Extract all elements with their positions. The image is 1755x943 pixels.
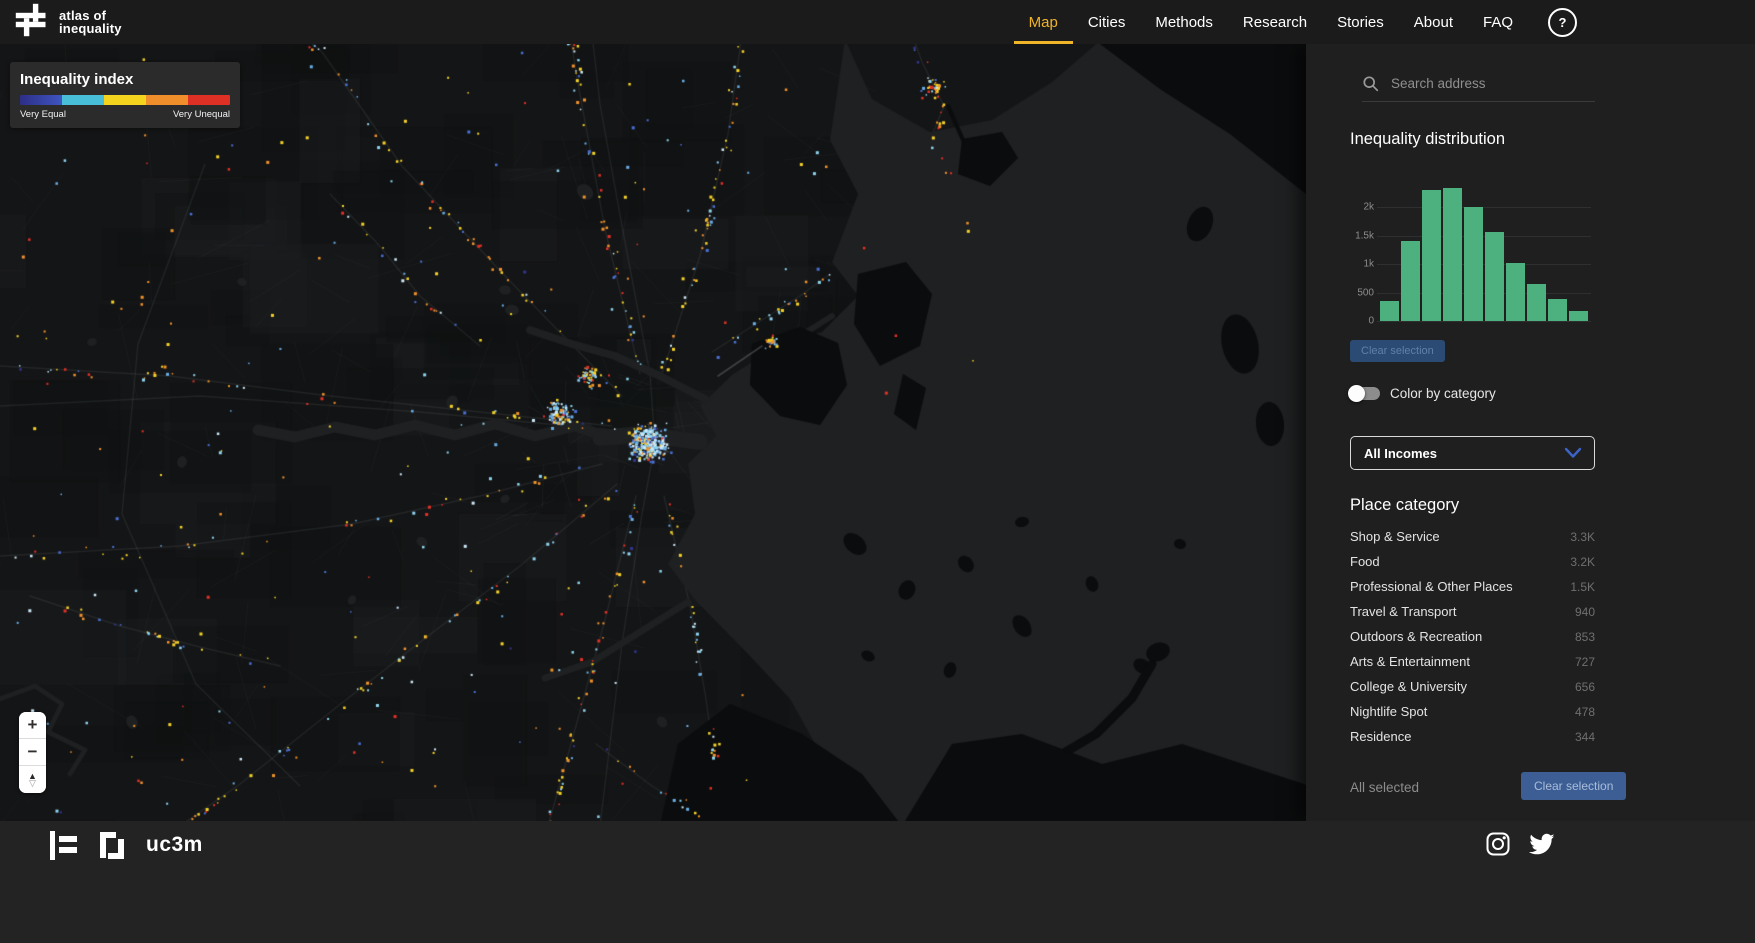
histogram-bar-1[interactable] (1401, 241, 1420, 321)
histogram-tick-label: 2k (1350, 202, 1374, 213)
legend-segment (20, 95, 62, 105)
chevron-down-icon (1564, 447, 1582, 459)
category-row-college-university[interactable]: College & University 656 (1350, 674, 1595, 699)
histogram-bar-3[interactable] (1443, 188, 1462, 321)
category-row-food[interactable]: Food 3.2K (1350, 549, 1595, 574)
histogram-bar-5[interactable] (1485, 232, 1504, 321)
legend-right-label: Very Unequal (173, 109, 230, 120)
map-canvas[interactable] (0, 44, 1306, 821)
category-row-residence[interactable]: Residence 344 (1350, 724, 1595, 749)
legend-title: Inequality index (20, 71, 230, 88)
category-count: 1.5K (1570, 580, 1595, 594)
zoom-out-button[interactable]: − (19, 739, 46, 766)
footer-social (1486, 832, 1555, 856)
income-dropdown[interactable]: All Incomes (1350, 436, 1595, 470)
inequality-histogram: 05001k1.5k2k (1350, 179, 1595, 321)
histogram-bar-8[interactable] (1548, 299, 1567, 321)
category-row-shop-service[interactable]: Shop & Service 3.3K (1350, 524, 1595, 549)
category-count: 478 (1575, 705, 1595, 719)
histogram-bar-2[interactable] (1422, 190, 1441, 321)
main-nav: MapCitiesMethodsResearchStoriesAboutFAQ … (1014, 0, 1577, 44)
legend-gradient-bar (20, 95, 230, 105)
category-row-nightlife-spot[interactable]: Nightlife Spot 478 (1350, 699, 1595, 724)
category-label: Shop & Service (1350, 529, 1440, 544)
category-row-outdoors-recreation[interactable]: Outdoors & Recreation 853 (1350, 624, 1595, 649)
category-count: 727 (1575, 655, 1595, 669)
histogram-tick-label: 0 (1350, 316, 1374, 327)
histogram-tick-label: 1k (1350, 259, 1374, 270)
instagram-icon[interactable] (1486, 832, 1510, 856)
category-row-travel-transport[interactable]: Travel & Transport 940 (1350, 599, 1595, 624)
nav-item-cities[interactable]: Cities (1073, 0, 1141, 44)
search-input[interactable] (1391, 76, 1595, 91)
category-label: Outdoors & Recreation (1350, 629, 1482, 644)
category-label: Residence (1350, 729, 1411, 744)
footer-logos: uc3m (50, 830, 203, 860)
histogram-bar-4[interactable] (1464, 207, 1483, 321)
category-count: 344 (1575, 730, 1595, 744)
category-count: 3.2K (1570, 555, 1595, 569)
category-count: 853 (1575, 630, 1595, 644)
toggle-knob-icon (1348, 385, 1365, 402)
color-by-category-toggle[interactable] (1350, 387, 1380, 400)
distribution-title: Inequality distribution (1350, 130, 1505, 149)
color-by-category-row: Color by category (1350, 386, 1496, 401)
header: atlas of inequality MapCitiesMethodsRese… (0, 0, 1755, 44)
clear-selection-button-bottom[interactable]: Clear selection (1521, 772, 1626, 800)
footer: uc3m (0, 821, 1755, 943)
legend-left-label: Very Equal (20, 109, 66, 120)
nav-item-about[interactable]: About (1399, 0, 1468, 44)
uc3m-logo[interactable]: uc3m (146, 833, 203, 857)
histogram-bar-0[interactable] (1380, 301, 1399, 321)
zoom-in-button[interactable]: + (19, 712, 46, 739)
nav-item-faq[interactable]: FAQ (1468, 0, 1528, 44)
nav-item-map[interactable]: Map (1014, 0, 1073, 44)
nav-item-stories[interactable]: Stories (1322, 0, 1399, 44)
search-field (1362, 66, 1595, 102)
place-category-title: Place category (1350, 496, 1459, 515)
legend-segment (104, 95, 146, 105)
category-label: Travel & Transport (1350, 604, 1456, 619)
category-row-professional-other-places[interactable]: Professional & Other Places 1.5K (1350, 574, 1595, 599)
category-count: 3.3K (1570, 530, 1595, 544)
sidebar: Inequality distribution 0 500 1k 1.5k 2k Cle… (1306, 44, 1755, 821)
brand-text: atlas of inequality (59, 9, 122, 35)
category-label: Nightlife Spot (1350, 704, 1427, 719)
histogram-tick-label: 1.5k (1350, 230, 1374, 241)
colab-logo-icon[interactable] (97, 830, 126, 860)
category-label: Professional & Other Places (1350, 579, 1513, 594)
category-row-arts-entertainment[interactable]: Arts & Entertainment 727 (1350, 649, 1595, 674)
category-label: Arts & Entertainment (1350, 654, 1470, 669)
income-dropdown-value: All Incomes (1364, 446, 1564, 461)
atlas-of-inequality-app: atlas of inequality MapCitiesMethodsRese… (0, 0, 1755, 943)
color-by-category-label: Color by category (1390, 386, 1496, 401)
search-icon (1362, 75, 1379, 92)
histogram-tick-label: 500 (1350, 287, 1374, 298)
inequality-index-legend: Inequality index Very Equal Very Unequal (10, 62, 240, 128)
legend-segment (188, 95, 230, 105)
category-label: College & University (1350, 679, 1467, 694)
legend-segment (62, 95, 104, 105)
brand-logo-icon (14, 1, 50, 44)
category-count: 940 (1575, 605, 1595, 619)
help-button[interactable]: ? (1548, 8, 1577, 37)
place-category-list: Shop & Service 3.3K Food 3.2K Professional &… (1350, 524, 1595, 749)
clear-selection-button-top[interactable]: Clear selection (1350, 340, 1445, 362)
histogram-gridline (1377, 321, 1591, 322)
histogram-bar-9[interactable] (1569, 311, 1588, 321)
compass-button[interactable]: ▲▽ (19, 766, 46, 793)
category-count: 656 (1575, 680, 1595, 694)
media-lab-logo-icon[interactable] (50, 831, 77, 860)
legend-segment (146, 95, 188, 105)
nav-item-research[interactable]: Research (1228, 0, 1322, 44)
map-zoom-control: + − ▲▽ (19, 712, 46, 793)
twitter-icon[interactable] (1529, 833, 1555, 855)
category-label: Food (1350, 554, 1380, 569)
compass-south-icon: ▽ (29, 780, 36, 787)
brand[interactable]: atlas of inequality (14, 1, 122, 44)
all-selected-label: All selected (1350, 780, 1419, 795)
nav-item-methods[interactable]: Methods (1140, 0, 1228, 44)
histogram-bar-6[interactable] (1506, 263, 1525, 321)
histogram-bar-7[interactable] (1527, 284, 1546, 321)
